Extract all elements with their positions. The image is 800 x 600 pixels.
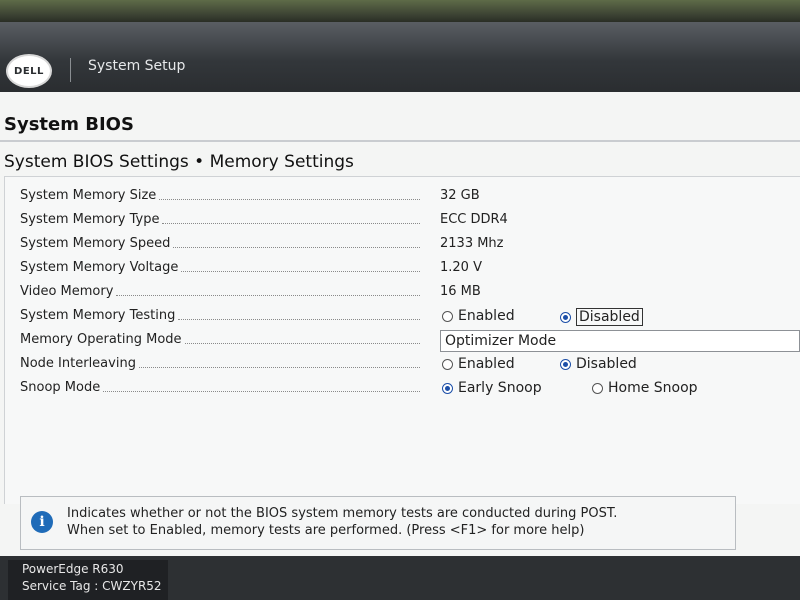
row-label: System Memory Testing bbox=[20, 308, 420, 323]
option-label: Disabled bbox=[576, 356, 637, 372]
leader-dots bbox=[103, 382, 420, 392]
video-memory-label: Video Memory bbox=[20, 284, 114, 299]
memory-type-label: System Memory Type bbox=[20, 212, 160, 227]
radio-button-selected[interactable] bbox=[560, 358, 571, 370]
help-line-1: Indicates whether or not the BIOS system… bbox=[67, 506, 618, 521]
leader-dots bbox=[162, 214, 420, 224]
memory-type-value: ECC DDR4 bbox=[440, 212, 508, 227]
row-label: Memory Operating Mode bbox=[20, 332, 420, 347]
leader-dots bbox=[138, 358, 420, 368]
row-snoop-mode: Snoop Mode Early Snoop Home Snoop bbox=[20, 380, 800, 400]
radio-button-selected[interactable] bbox=[442, 382, 453, 394]
help-line-2: When set to Enabled, memory tests are pe… bbox=[67, 523, 585, 538]
radio-button[interactable] bbox=[592, 382, 603, 394]
info-icon: i bbox=[31, 511, 53, 533]
title-divider bbox=[0, 140, 800, 142]
help-panel: i Indicates whether or not the BIOS syst… bbox=[20, 496, 736, 550]
leader-dots bbox=[181, 262, 420, 272]
radio-button-selected[interactable] bbox=[560, 311, 571, 323]
leader-dots bbox=[178, 310, 420, 320]
model-name: PowerEdge R630 bbox=[22, 562, 124, 576]
option-label: Enabled bbox=[458, 356, 515, 372]
leader-dots bbox=[184, 334, 420, 344]
header-bar: DELL System Setup bbox=[0, 22, 800, 92]
row-memory-size: System Memory Size 32 GB bbox=[20, 188, 800, 208]
node-interleaving-label: Node Interleaving bbox=[20, 356, 136, 371]
row-label: Video Memory bbox=[20, 284, 420, 299]
leader-dots bbox=[159, 190, 420, 200]
memory-speed-label: System Memory Speed bbox=[20, 236, 171, 251]
logo-text: DELL bbox=[14, 65, 44, 77]
node-interleaving-disabled-option[interactable]: Disabled bbox=[560, 356, 637, 372]
row-memory-speed: System Memory Speed 2133 Mhz bbox=[20, 236, 800, 256]
memory-size-label: System Memory Size bbox=[20, 188, 157, 203]
memory-testing-enabled-option[interactable]: Enabled bbox=[442, 308, 515, 324]
help-text: Indicates whether or not the BIOS system… bbox=[67, 505, 731, 539]
row-label: Snoop Mode bbox=[20, 380, 420, 395]
memory-testing-label: System Memory Testing bbox=[20, 308, 176, 323]
row-label: System Memory Size bbox=[20, 188, 420, 203]
option-label: Enabled bbox=[458, 308, 515, 324]
operating-mode-label: Memory Operating Mode bbox=[20, 332, 182, 347]
row-label: System Memory Speed bbox=[20, 236, 420, 251]
row-label: System Memory Voltage bbox=[20, 260, 420, 275]
radio-button[interactable] bbox=[442, 358, 453, 370]
header-title: System Setup bbox=[88, 58, 186, 74]
radio-button[interactable] bbox=[442, 310, 453, 322]
leader-dots bbox=[116, 286, 420, 296]
memory-voltage-label: System Memory Voltage bbox=[20, 260, 179, 275]
service-tag: Service Tag : CWZYR52 bbox=[22, 579, 162, 593]
page-title: System BIOS bbox=[4, 114, 134, 135]
row-memory-voltage: System Memory Voltage 1.20 V bbox=[20, 260, 800, 280]
operating-mode-select[interactable]: Optimizer Mode bbox=[440, 330, 800, 352]
memory-voltage-value: 1.20 V bbox=[440, 260, 482, 275]
row-label: System Memory Type bbox=[20, 212, 420, 227]
memory-size-value: 32 GB bbox=[440, 188, 480, 203]
memory-testing-disabled-option[interactable]: Disabled bbox=[560, 308, 643, 326]
header-divider bbox=[70, 58, 71, 82]
option-label: Early Snoop bbox=[458, 380, 542, 396]
node-interleaving-enabled-option[interactable]: Enabled bbox=[442, 356, 515, 372]
option-label: Disabled bbox=[576, 308, 643, 326]
row-memory-type: System Memory Type ECC DDR4 bbox=[20, 212, 800, 232]
option-label: Home Snoop bbox=[608, 380, 698, 396]
row-label: Node Interleaving bbox=[20, 356, 420, 371]
row-node-interleaving: Node Interleaving Enabled Disabled bbox=[20, 356, 800, 376]
snoop-mode-home-option[interactable]: Home Snoop bbox=[592, 380, 698, 396]
dell-logo: DELL bbox=[6, 54, 52, 88]
row-operating-mode: Memory Operating Mode Optimizer Mode bbox=[20, 330, 800, 352]
leader-dots bbox=[173, 238, 420, 248]
page-subtitle: System BIOS Settings • Memory Settings bbox=[4, 152, 354, 172]
row-video-memory: Video Memory 16 MB bbox=[20, 284, 800, 304]
video-memory-value: 16 MB bbox=[440, 284, 481, 299]
snoop-mode-early-option[interactable]: Early Snoop bbox=[442, 380, 542, 396]
bios-screen: DELL System Setup System BIOS System BIO… bbox=[0, 22, 800, 600]
memory-speed-value: 2133 Mhz bbox=[440, 236, 504, 251]
row-memory-testing: System Memory Testing Enabled Disabled bbox=[20, 308, 800, 328]
snoop-mode-label: Snoop Mode bbox=[20, 380, 101, 395]
